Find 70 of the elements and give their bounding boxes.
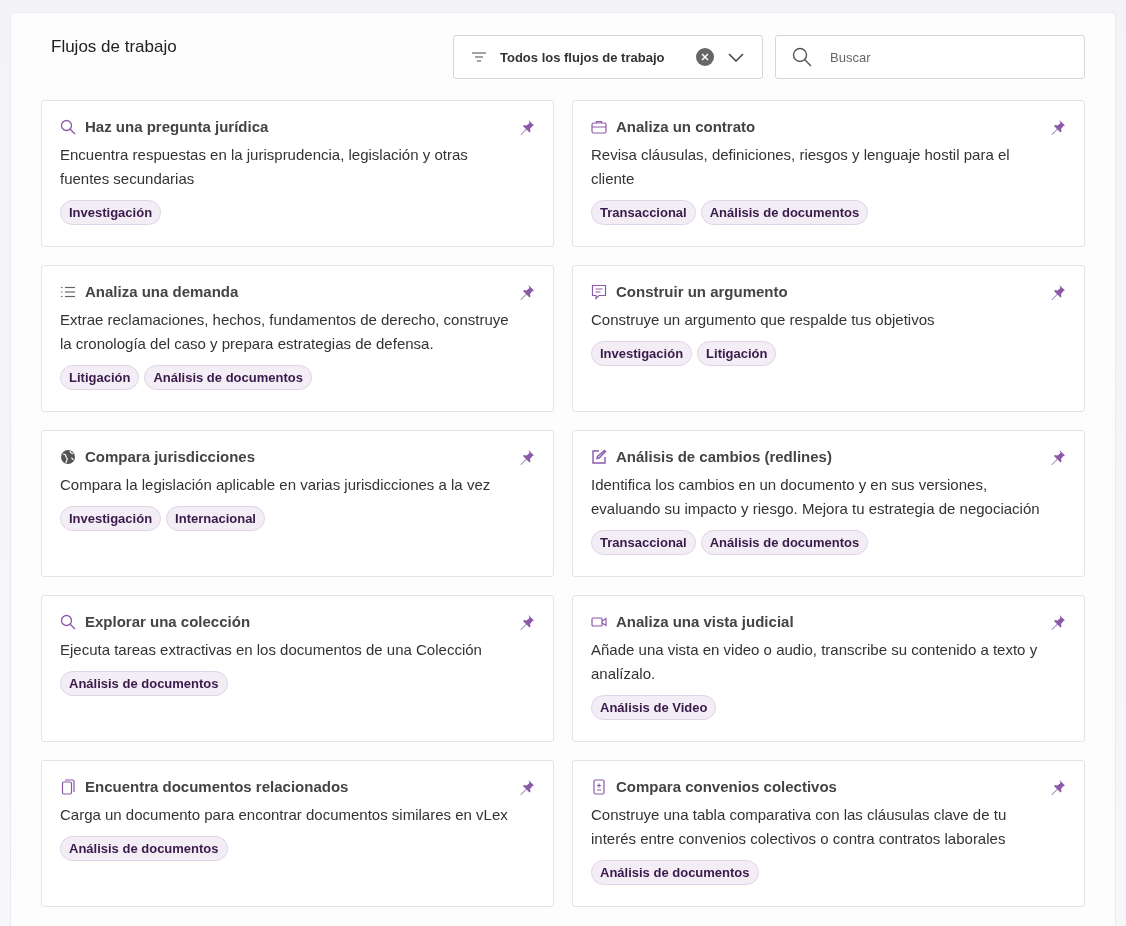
workflow-card[interactable]: Compara jurisdicciones Compara la legislación aplicable en varias jurisdicciones a la vez Investigación Internacional bbox=[41, 430, 554, 577]
category-tag: Análisis de Video bbox=[591, 695, 717, 720]
page-title: Flujos de trabajo bbox=[51, 37, 178, 57]
pin-icon[interactable] bbox=[519, 778, 535, 795]
workflow-card[interactable]: Explorar una colección Ejecuta tareas extractivas en los documentos de una Colección Análisis de documentos bbox=[41, 595, 554, 742]
workflow-card[interactable]: Construir un argumento Construye un argumento que respalde tus objetivos Investigación Litigación bbox=[572, 265, 1085, 412]
category-tag: Transaccional bbox=[591, 200, 696, 225]
workflow-title: Explorar una colección bbox=[85, 613, 252, 630]
workflow-title: Análisis de cambios (redlines) bbox=[616, 448, 833, 465]
workflow-card[interactable]: Analiza un contrato Revisa cláusulas, definiciones, riesgos y lenguaje hostil para el cliente Transaccional Análisis de documentos bbox=[572, 100, 1085, 247]
category-tag: Internacional bbox=[166, 506, 265, 531]
workflow-title: Encuentra documentos relacionados bbox=[85, 778, 350, 795]
category-tag: Litigación bbox=[60, 365, 140, 390]
category-tag: Investigación bbox=[60, 506, 162, 531]
workflow-title: Analiza un contrato bbox=[616, 118, 757, 135]
workflow-description: Encuentra respuestas en la jurisprudencia, legislación y otras fuentes secundarias bbox=[60, 145, 469, 189]
workflow-title: Analiza una vista judicial bbox=[616, 613, 795, 630]
workflow-description: Revisa cláusulas, definiciones, riesgos y lenguaje hostil para el cliente bbox=[591, 145, 1011, 189]
category-tag: Transaccional bbox=[591, 530, 696, 555]
search-icon bbox=[792, 47, 812, 67]
workflow-description: Ejecuta tareas extractivas en los documentos de una Colección bbox=[60, 640, 483, 660]
category-tag: Análisis de documentos bbox=[60, 671, 228, 696]
workflow-description: Añade una vista en video o audio, transcribe su contenido a texto y analízalo. bbox=[591, 640, 1039, 684]
workflow-title: Analiza una demanda bbox=[85, 283, 240, 300]
category-tag: Investigación bbox=[60, 200, 162, 225]
pin-icon[interactable] bbox=[1050, 778, 1066, 795]
workflow-card[interactable]: Análisis de cambios (redlines) Identifica los cambios en un documento y en sus versiones, evaluando su impacto y riesgo. Mejora tu estrategia de negociación Transaccional Análisis de documentos bbox=[572, 430, 1085, 577]
category-tag: Análisis de documentos bbox=[144, 365, 312, 390]
briefcase-icon bbox=[591, 118, 607, 135]
pin-icon[interactable] bbox=[519, 118, 535, 135]
pin-icon[interactable] bbox=[519, 448, 535, 465]
pin-icon[interactable] bbox=[519, 283, 535, 300]
clear-icon[interactable] bbox=[696, 48, 714, 66]
pin-icon[interactable] bbox=[1050, 118, 1066, 135]
workflow-description: Construye un argumento que respalde tus objetivos bbox=[591, 310, 936, 330]
workflow-card[interactable]: Haz una pregunta jurídica Encuentra respuestas en la jurisprudencia, legislación y otras fuentes secundarias Investigación bbox=[41, 100, 554, 247]
category-tag: Investigación bbox=[591, 341, 693, 366]
category-tag: Análisis de documentos bbox=[60, 836, 228, 861]
search-field[interactable]: Buscar bbox=[775, 35, 1085, 79]
document-diff-icon bbox=[591, 778, 607, 795]
category-tag: Análisis de documentos bbox=[700, 200, 869, 225]
search-icon bbox=[60, 118, 76, 135]
workflow-description: Carga un documento para encontrar documentos similares en vLex bbox=[60, 805, 509, 825]
workflow-title: Haz una pregunta jurídica bbox=[85, 118, 270, 135]
pin-icon[interactable] bbox=[519, 613, 535, 630]
workflow-card[interactable]: Encuentra documentos relacionados Carga un documento para encontrar documentos similares en vLex Análisis de documentos bbox=[41, 760, 554, 907]
category-tag: Litigación bbox=[697, 341, 777, 366]
workflow-description: Compara la legislación aplicable en varias jurisdicciones a la vez bbox=[60, 475, 492, 495]
workflow-card[interactable]: Analiza una vista judicial Añade una vista en video o audio, transcribe su contenido a texto y analízalo. Análisis de Video bbox=[572, 595, 1085, 742]
category-tag: Análisis de documentos bbox=[591, 860, 759, 885]
search-icon bbox=[60, 613, 76, 630]
pin-icon[interactable] bbox=[1050, 283, 1066, 300]
chevron-down-icon bbox=[728, 52, 744, 62]
globe-icon bbox=[60, 448, 76, 465]
documents-icon bbox=[60, 778, 76, 795]
workflow-description: Construye una tabla comparativa con las cláusulas clave de tu interés entre convenios colectivos o contra contratos laborales bbox=[591, 805, 1008, 849]
workflow-description: Extrae reclamaciones, hechos, fundamentos de derecho, construye la cronología del caso y prepara estrategias de defensa. bbox=[60, 310, 510, 354]
edit-icon bbox=[591, 448, 607, 465]
chat-icon bbox=[591, 283, 607, 300]
category-tag: Análisis de documentos bbox=[700, 530, 869, 555]
workflow-description: Identifica los cambios en un documento y en sus versiones, evaluando su impacto y riesgo. Mejora tu estrategia de negociación bbox=[591, 475, 1041, 519]
pin-icon[interactable] bbox=[1050, 448, 1066, 465]
workflow-title: Compara convenios colectivos bbox=[616, 778, 838, 795]
workflow-card[interactable]: Analiza una demanda Extrae reclamaciones, hechos, fundamentos de derecho, construye la cronología del caso y prepara estrategias de defensa. Litigación Análisis de documentos bbox=[41, 265, 554, 412]
pin-icon[interactable] bbox=[1050, 613, 1066, 630]
workflow-title: Construir un argumento bbox=[616, 283, 789, 300]
workflow-filter-dropdown[interactable]: Todos los flujos de trabajo bbox=[453, 35, 763, 79]
workflow-title: Compara jurisdicciones bbox=[85, 448, 257, 465]
filter-icon bbox=[472, 52, 486, 62]
workflow-card[interactable]: Compara convenios colectivos Construye una tabla comparativa con las cláusulas clave de tu interés entre convenios colectivos o contra contratos laborales Análisis de documentos bbox=[572, 760, 1085, 907]
